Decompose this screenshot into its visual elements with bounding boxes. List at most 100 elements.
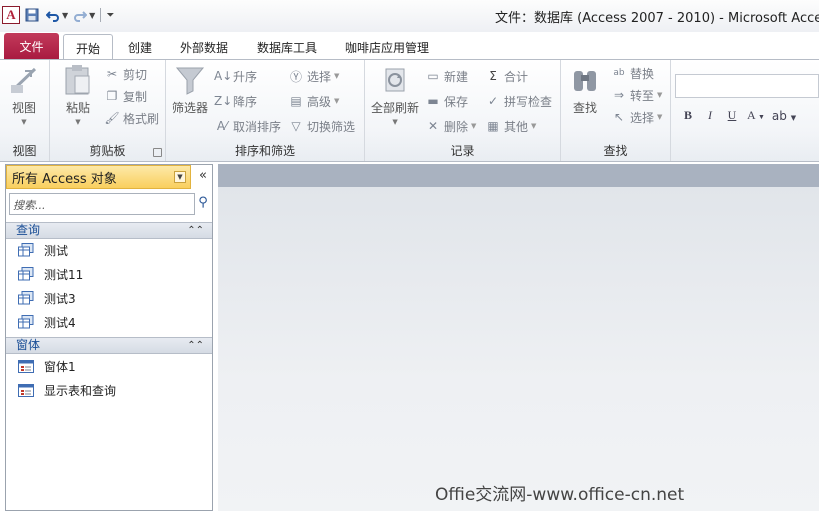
list-item[interactable]: 测试11 — [18, 263, 83, 285]
highlight-icon[interactable]: ab ▼ — [769, 109, 799, 123]
undo-icon[interactable] — [44, 6, 62, 24]
form-icon — [18, 383, 34, 397]
tab-create[interactable]: 创建 — [118, 34, 162, 60]
sort-descending-button[interactable]: Z↓ 降序 — [214, 91, 257, 111]
query-name: 测试3 — [44, 291, 76, 306]
qat-separator — [100, 8, 102, 22]
paste-dropdown-icon: ▼ — [75, 118, 81, 126]
tab-home[interactable]: 开始 — [63, 34, 113, 61]
collapse-pane-icon[interactable]: « — [194, 168, 212, 186]
list-item[interactable]: 测试4 — [18, 311, 76, 333]
nav-section-queries-title: 查询 — [16, 223, 41, 237]
query-icon — [18, 243, 34, 257]
spelling-label: 拼写检查 — [504, 94, 553, 109]
copy-button[interactable]: ❐ 复制 — [104, 86, 147, 106]
spelling-button[interactable]: ✓ 拼写检查 — [485, 91, 552, 111]
view-label: 视图 — [11, 101, 36, 115]
advanced-filter-button[interactable]: ▤ 高级 ▼ — [288, 91, 339, 111]
sort-descending-icon: Z↓ — [214, 94, 233, 108]
goto-button[interactable]: ⇒ 转至 ▼ — [611, 85, 662, 105]
brush-icon: 🖌 — [104, 111, 120, 125]
select-dropdown-icon: ▼ — [657, 113, 663, 121]
nav-pane-title: 所有 Access 对象 — [12, 171, 117, 187]
redo-icon[interactable] — [71, 6, 89, 24]
collapse-section-icon[interactable]: ⌃⌃ — [187, 223, 204, 238]
nav-section-forms-title: 窗体 — [16, 338, 41, 352]
save-record-button[interactable]: ▬ 保存 — [425, 91, 468, 111]
selection-filter-icon: Ⓨ — [289, 69, 302, 84]
toggle-filter-label: 切换筛选 — [307, 119, 356, 134]
query-name: 测试4 — [44, 315, 76, 330]
underline-button[interactable]: U — [721, 108, 743, 123]
paste-icon — [62, 63, 94, 97]
undo-dropdown-icon[interactable]: ▼ — [62, 11, 68, 20]
delete-icon: ✕ — [427, 119, 439, 133]
view-button[interactable]: 视图 ▼ — [8, 63, 40, 126]
paste-button[interactable]: 粘贴 ▼ — [62, 63, 94, 126]
tab-file[interactable]: 文件 — [4, 33, 59, 60]
bold-button[interactable]: B — [677, 108, 699, 123]
navigation-pane: 所有 Access 对象 ▼ « 搜索... ⚲ 查询 ⌃⌃ 测试 测试11 测… — [5, 164, 213, 511]
replace-button[interactable]: ab 替换 — [611, 63, 654, 83]
text-formatting-tools: B I U A ▼ ab ▼ — [677, 108, 799, 123]
scissors-icon: ✂ — [106, 67, 118, 81]
list-item[interactable]: 窗体1 — [18, 355, 76, 377]
tab-coffee-shop-app[interactable]: 咖啡店应用管理 — [337, 34, 437, 60]
nav-section-forms[interactable]: 窗体 ⌃⌃ — [6, 337, 212, 354]
save-icon[interactable] — [23, 6, 41, 24]
clear-sort-label: 取消排序 — [233, 119, 282, 134]
sort-descending-label: 降序 — [233, 94, 258, 109]
list-item[interactable]: 测试 — [18, 239, 68, 261]
ribbon-tabs: 文件 开始 创建 外部数据 数据库工具 咖啡店应用管理 — [0, 32, 819, 61]
totals-button[interactable]: Σ 合计 — [485, 66, 528, 86]
customize-qat-icon[interactable]: ⏷ — [106, 10, 114, 21]
filter-button[interactable]: 筛选器 — [172, 63, 208, 116]
replace-icon: ab — [613, 68, 625, 78]
view-icon — [8, 63, 40, 97]
refresh-dropdown-icon: ▼ — [392, 118, 398, 126]
clipboard-launcher-icon[interactable] — [153, 148, 162, 157]
tab-external-data[interactable]: 外部数据 — [171, 34, 237, 60]
nav-section-queries[interactable]: 查询 ⌃⌃ — [6, 222, 212, 239]
find-button[interactable]: 查找 — [569, 63, 601, 116]
more-label: 其他 — [504, 119, 529, 134]
format-painter-button[interactable]: 🖌 格式刷 — [104, 108, 159, 128]
more-button[interactable]: ▦ 其他 ▼ — [485, 116, 536, 136]
new-record-label: 新建 — [444, 69, 469, 84]
form-icon — [18, 359, 34, 373]
query-icon — [18, 291, 34, 305]
sort-ascending-icon: A↓ — [214, 69, 233, 83]
clear-sort-button[interactable]: A⁄ 取消排序 — [214, 116, 281, 136]
italic-button[interactable]: I — [699, 108, 721, 123]
list-item[interactable]: 显示表和查询 — [18, 379, 116, 401]
group-records: 全部刷新 ▼ ▭ 新建 ▬ 保存 ✕ 删除 ▼ Σ 合计 ✓ 拼写检查 ▦ 其他 ▼ 记录 — [365, 60, 561, 161]
goto-dropdown-icon: ▼ — [657, 91, 663, 99]
nav-search-input[interactable]: 搜索... — [9, 193, 195, 215]
nav-pane-header[interactable]: 所有 Access 对象 ▼ — [6, 165, 191, 189]
list-item[interactable]: 测试3 — [18, 287, 76, 309]
delete-dropdown-icon: ▼ — [471, 122, 477, 130]
refresh-all-button[interactable]: 全部刷新 ▼ — [371, 63, 419, 126]
search-icon[interactable]: ⚲ — [196, 195, 210, 213]
tab-database-tools[interactable]: 数据库工具 — [248, 34, 326, 60]
sigma-icon: Σ — [489, 69, 497, 83]
cut-button[interactable]: ✂ 剪切 — [104, 64, 147, 84]
form-name: 窗体1 — [44, 359, 76, 374]
font-name-box[interactable] — [675, 74, 819, 98]
new-record-button[interactable]: ▭ 新建 — [425, 66, 468, 86]
group-view: 视图 ▼ 视图 — [0, 60, 50, 161]
font-color-icon[interactable]: A ▼ — [743, 108, 769, 123]
advanced-filter-label: 高级 — [307, 94, 332, 109]
access-app-icon[interactable]: A — [2, 6, 20, 24]
sort-ascending-button[interactable]: A↓ 升序 — [214, 66, 257, 86]
collapse-section-icon[interactable]: ⌃⌃ — [187, 338, 204, 353]
delete-record-label: 删除 — [444, 119, 469, 134]
delete-record-button[interactable]: ✕ 删除 ▼ — [425, 116, 476, 136]
selection-filter-label: 选择 — [307, 69, 332, 84]
toggle-filter-button[interactable]: ▽ 切换筛选 — [288, 116, 355, 136]
redo-dropdown-icon[interactable]: ▼ — [89, 11, 95, 20]
select-button[interactable]: ↖ 选择 ▼ — [611, 107, 662, 127]
selection-filter-button[interactable]: Ⓨ 选择 ▼ — [288, 66, 339, 86]
group-records-label: 记录 — [450, 144, 475, 158]
nav-menu-dropdown-icon[interactable]: ▼ — [174, 171, 186, 183]
